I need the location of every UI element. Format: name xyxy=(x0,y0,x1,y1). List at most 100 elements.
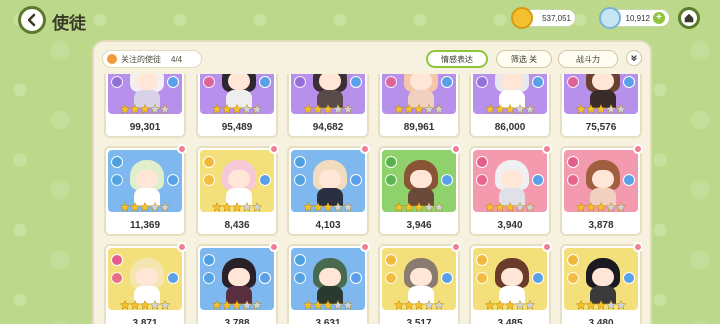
chevron-right-icon xyxy=(532,174,544,186)
apostle-card[interactable]: 94,682 xyxy=(287,74,369,138)
apostle-card[interactable]: 99,301 xyxy=(104,74,186,138)
apostle-card[interactable]: 3,480 xyxy=(560,242,643,324)
class-icon xyxy=(476,272,488,284)
sort-order-button[interactable] xyxy=(626,50,642,66)
element-icon xyxy=(203,254,215,266)
combat-power: 3,517 xyxy=(406,318,432,324)
apostle-card[interactable]: 3,517 xyxy=(378,242,461,324)
star-rating xyxy=(303,202,353,212)
flower-icon xyxy=(542,242,552,252)
combat-power: 3,788 xyxy=(224,318,250,324)
star-rating xyxy=(212,104,262,114)
character-art xyxy=(222,258,256,304)
character-art xyxy=(404,160,438,206)
flower-icon xyxy=(451,144,461,154)
followed-label: 关注的使徒 xyxy=(121,54,161,64)
apostle-card[interactable]: 3,485 xyxy=(469,242,552,324)
apostle-card[interactable]: 3,788 xyxy=(196,242,279,324)
character-art xyxy=(495,258,529,304)
apostle-card[interactable]: 3,631 xyxy=(287,242,370,324)
apostle-card[interactable]: 3,946 xyxy=(378,144,461,236)
combat-power: 3,480 xyxy=(588,318,614,324)
combat-power: 99,301 xyxy=(129,122,161,133)
filter-button[interactable]: 筛选 关 xyxy=(496,50,552,68)
combat-power: 94,682 xyxy=(312,122,344,133)
element-icon xyxy=(294,156,306,168)
character-art xyxy=(313,74,347,108)
class-icon xyxy=(203,174,215,186)
class-icon xyxy=(567,272,579,284)
class-icon xyxy=(111,76,123,88)
character-art xyxy=(586,160,620,206)
chevron-right-icon xyxy=(259,174,271,186)
character-art xyxy=(130,258,164,304)
star-rating xyxy=(485,104,535,114)
flower-icon xyxy=(451,242,461,252)
element-icon xyxy=(567,254,579,266)
add-gems-button[interactable]: + xyxy=(653,12,665,24)
character-art xyxy=(495,160,529,206)
character-art xyxy=(313,160,347,206)
power-sort-button[interactable]: 战斗力 xyxy=(558,50,618,68)
chevron-right-icon xyxy=(623,272,635,284)
apostle-card[interactable]: 86,000 xyxy=(469,74,551,138)
apostle-card[interactable]: 8,436 xyxy=(196,144,279,236)
class-icon xyxy=(476,174,488,186)
chevron-right-icon xyxy=(623,76,635,88)
flower-icon xyxy=(269,242,279,252)
chevron-right-icon xyxy=(350,76,362,88)
star-rating xyxy=(212,300,262,310)
apostle-card[interactable]: 4,103 xyxy=(287,144,370,236)
apostle-card[interactable]: 3,871 xyxy=(104,242,187,324)
flower-icon xyxy=(633,144,643,154)
character-art xyxy=(404,74,438,108)
emotion-button[interactable]: 情感表达 xyxy=(426,50,488,68)
combat-power: 3,485 xyxy=(497,318,523,324)
chevron-right-icon xyxy=(259,272,271,284)
character-art xyxy=(313,258,347,304)
flower-icon xyxy=(542,144,552,154)
followed-apostles-toggle[interactable]: 关注的使徒 4/4 xyxy=(102,50,202,68)
apostle-card[interactable]: 3,940 xyxy=(469,144,552,236)
star-rating xyxy=(394,202,444,212)
combat-power: 4,103 xyxy=(315,220,341,231)
star-rating xyxy=(394,104,444,114)
page-title: 使徒 xyxy=(52,14,86,33)
combat-power: 89,961 xyxy=(403,122,435,133)
star-rating xyxy=(394,300,444,310)
class-icon xyxy=(567,174,579,186)
chevron-right-icon xyxy=(350,272,362,284)
apostle-card[interactable]: 11,369 xyxy=(104,144,187,236)
gold-counter: 537,051 xyxy=(511,7,576,29)
flower-icon xyxy=(360,242,370,252)
chevron-right-icon xyxy=(167,76,179,88)
element-icon xyxy=(294,254,306,266)
flower-icon xyxy=(269,144,279,154)
home-button[interactable] xyxy=(678,7,700,29)
character-art xyxy=(404,258,438,304)
chevron-right-icon xyxy=(441,174,453,186)
character-art xyxy=(586,258,620,304)
character-art xyxy=(586,74,620,108)
star-rating xyxy=(576,202,626,212)
combat-power: 75,576 xyxy=(585,122,617,133)
class-icon xyxy=(111,272,123,284)
apostle-card[interactable]: 95,489 xyxy=(196,74,278,138)
back-button[interactable] xyxy=(18,6,46,34)
combat-power: 3,940 xyxy=(497,220,523,231)
chevron-right-icon xyxy=(623,174,635,186)
class-icon xyxy=(385,174,397,186)
apostle-panel: 关注的使徒 4/4 情感表达 筛选 关 战斗力 99,301 95,489 94… xyxy=(92,40,652,324)
combat-power: 95,489 xyxy=(221,122,253,133)
character-art xyxy=(130,160,164,206)
chevron-right-icon xyxy=(167,174,179,186)
star-rating xyxy=(120,202,170,212)
combat-power: 3,631 xyxy=(315,318,341,324)
apostle-card[interactable]: 3,878 xyxy=(560,144,643,236)
star-rating xyxy=(576,104,626,114)
combat-power: 3,946 xyxy=(406,220,432,231)
class-icon xyxy=(294,272,306,284)
star-rating xyxy=(485,300,535,310)
apostle-card[interactable]: 75,576 xyxy=(560,74,642,138)
apostle-card[interactable]: 89,961 xyxy=(378,74,460,138)
